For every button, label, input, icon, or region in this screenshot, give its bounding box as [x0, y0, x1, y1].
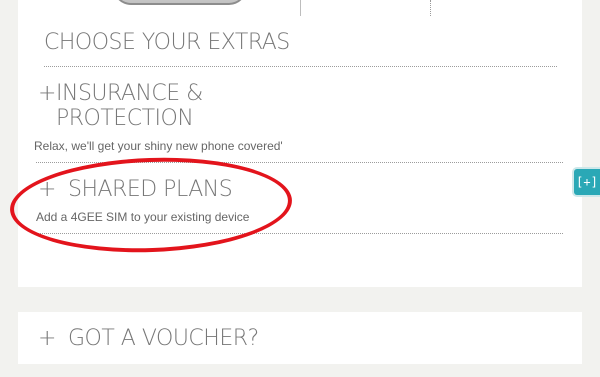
shared-plans-description: Add a 4GEE SIM to your existing device: [36, 210, 250, 224]
shared-plans-label: SHARED PLANS: [68, 177, 233, 202]
expand-icon: [+]: [576, 175, 598, 189]
plus-icon: +: [38, 177, 56, 202]
voucher-label: GOT A VOUCHER?: [68, 326, 259, 351]
extras-panel: CHOOSE YOUR EXTRAS + INSURANCE & PROTECT…: [18, 0, 582, 287]
divider: [44, 66, 557, 67]
voucher-panel: + GOT A VOUCHER?: [18, 312, 582, 364]
insurance-label: INSURANCE & PROTECTION: [56, 81, 203, 131]
phone-image: [113, 0, 247, 5]
insurance-toggle[interactable]: + INSURANCE & PROTECTION: [36, 81, 566, 131]
voucher-toggle[interactable]: + GOT A VOUCHER?: [36, 326, 259, 351]
extras-title: CHOOSE YOUR EXTRAS: [44, 30, 290, 55]
insurance-description: Relax, we'll get your shiny new phone co…: [34, 139, 283, 153]
insurance-option[interactable]: + INSURANCE & PROTECTION Relax, we'll ge…: [34, 81, 566, 153]
divider: [36, 162, 563, 163]
column-divider: [300, 0, 301, 16]
shared-plans-toggle[interactable]: + SHARED PLANS: [36, 177, 566, 202]
divider: [36, 233, 563, 234]
shared-plans-option[interactable]: + SHARED PLANS Add a 4GEE SIM to your ex…: [36, 177, 566, 224]
page: CHOOSE YOUR EXTRAS + INSURANCE & PROTECT…: [0, 0, 600, 377]
plus-icon: +: [38, 326, 56, 351]
column-divider: [430, 0, 431, 16]
expand-tab[interactable]: [+]: [572, 167, 600, 197]
